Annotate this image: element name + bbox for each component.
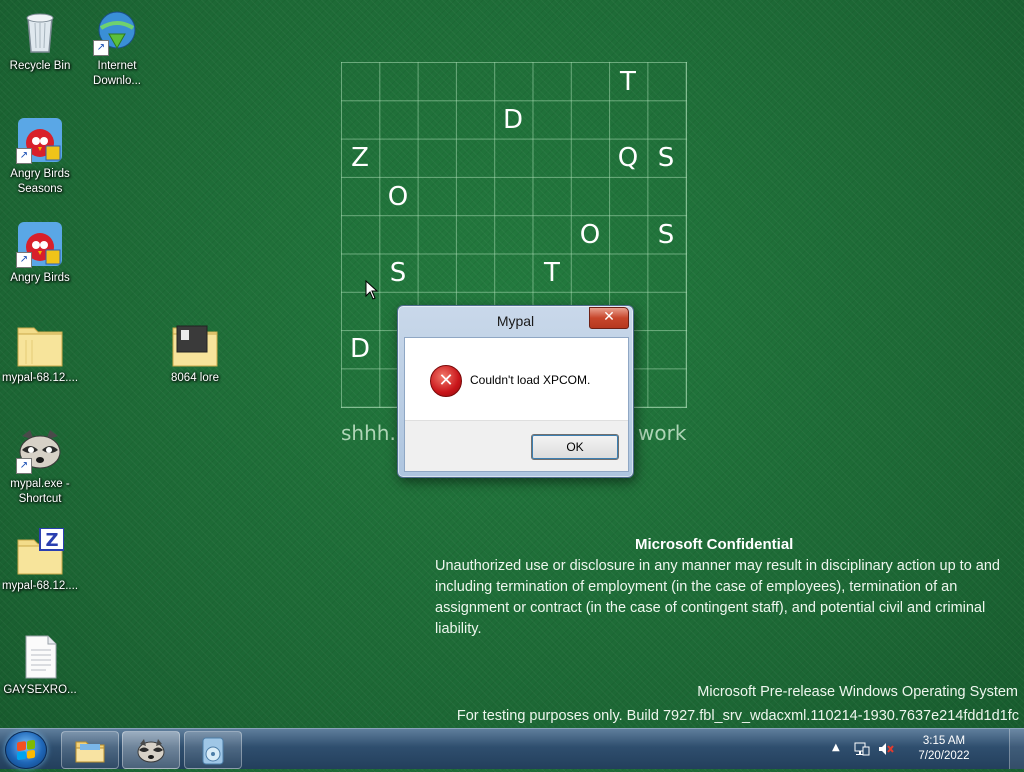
grid-caption-left: shhh.: [341, 421, 396, 445]
desktop-icon-label: mypal-68.12....: [1, 372, 79, 384]
taskbar-mypal-button[interactable]: [122, 731, 180, 769]
desktop-icon-label: Angry Birds Seasons: [10, 168, 70, 195]
desktop-icon-label: mypal.exe - Shortcut: [10, 478, 70, 505]
angry-birds-icon: ↗: [16, 220, 64, 268]
folder-icon: [171, 320, 219, 368]
taskbar: ▲ 3:15 AM 7/20/2022: [0, 728, 1024, 769]
clock-time: 3:15 AM: [922, 735, 966, 747]
desktop-icon-label: Recycle Bin: [9, 60, 71, 72]
grid-letter: Z: [351, 143, 369, 173]
confidential-title: Microsoft Confidential: [635, 536, 794, 553]
error-dialog: Mypal ✕ ✕ Couldn't load XPCOM. OK: [397, 305, 634, 478]
desktop-icon-label: mypal-68.12....: [1, 580, 79, 592]
build-watermark-line: For testing purposes only. Build 7927.fb…: [456, 708, 1019, 724]
file-explorer-icon: [75, 741, 105, 763]
system-tray: ▲ 3:15 AM 7/20/2022: [826, 729, 1024, 769]
dialog-message: Couldn't load XPCOM.: [470, 373, 591, 387]
mouse-cursor-icon: [365, 279, 379, 304]
taskbar-file-explorer-button[interactable]: [61, 731, 119, 769]
grid-letter: T: [620, 67, 636, 97]
dialog-close-button[interactable]: ✕: [589, 307, 629, 329]
os-watermark-line: Microsoft Pre-release Windows Operating …: [697, 684, 1018, 700]
internet-download-manager-icon: ↗: [93, 8, 141, 56]
grid-letter: O: [387, 182, 409, 212]
desktop-icon-label: 8064 lore: [171, 372, 219, 384]
shortcut-arrow-icon: ↗: [16, 458, 32, 474]
grid-caption-right: work: [638, 421, 687, 445]
show-hidden-icons-icon[interactable]: ▲: [832, 742, 840, 753]
desktop-icon-mypal-zip[interactable]: Z mypal-68.12....: [0, 527, 80, 594]
mypal-raccoon-icon: [137, 739, 165, 763]
grid-letter: D: [502, 105, 524, 135]
grid-letter: D: [349, 334, 371, 364]
network-icon[interactable]: [854, 741, 870, 760]
shortcut-arrow-icon: ↗: [93, 40, 109, 56]
desktop-icon-mypal-shortcut[interactable]: ↗ mypal.exe - Shortcut: [0, 426, 80, 507]
desktop-icon-angry-birds-seasons[interactable]: ↗ Angry Birds Seasons: [0, 116, 80, 197]
confidential-body: Unauthorized use or disclosure in any ma…: [435, 558, 1000, 637]
grid-letter: S: [657, 143, 675, 173]
raccoon-icon: ↗: [16, 426, 64, 474]
desktop-icon-text-document[interactable]: GAYSEXRO...: [0, 632, 80, 698]
shortcut-arrow-icon: ↗: [16, 252, 32, 268]
windows-media-player-icon: [202, 737, 224, 765]
taskbar-media-player-button[interactable]: [184, 731, 242, 769]
clock-date: 7/20/2022: [918, 750, 970, 762]
desktop-icon-recycle-bin[interactable]: Recycle Bin: [0, 8, 80, 74]
desktop-icon-label: Internet Downlo...: [93, 60, 141, 87]
zip-folder-icon: Z: [16, 527, 65, 576]
grid-letter: T: [544, 258, 560, 288]
grid-letter: S: [657, 220, 675, 250]
desktop-icon-label: Angry Birds: [10, 272, 70, 284]
show-desktop-button[interactable]: [1009, 729, 1024, 769]
desktop-icon-internet-download-manager[interactable]: ↗ Internet Downlo...: [77, 8, 157, 89]
clock[interactable]: 3:15 AM 7/20/2022: [909, 734, 979, 764]
folder-icon: [16, 320, 64, 368]
grid-letter: Q: [617, 143, 639, 173]
desktop-icon-label: GAYSEXRO...: [3, 684, 77, 696]
text-document-icon: [16, 632, 64, 680]
angry-birds-seasons-icon: ↗: [16, 116, 64, 164]
desktop-icon-mypal-folder[interactable]: mypal-68.12....: [0, 320, 80, 386]
desktop-icon-8064-lore[interactable]: 8064 lore: [155, 320, 235, 386]
grid-letter: S: [389, 258, 407, 288]
svg-text:Z: Z: [45, 530, 58, 551]
grid-letter: O: [579, 220, 601, 250]
volume-muted-icon[interactable]: [878, 741, 894, 760]
error-icon: ✕: [430, 365, 462, 397]
recycle-bin-icon: [16, 8, 64, 56]
shortcut-arrow-icon: ↗: [16, 148, 32, 164]
desktop-icon-angry-birds[interactable]: ↗ Angry Birds: [0, 220, 80, 286]
dialog-body: ✕ Couldn't load XPCOM. OK: [404, 337, 629, 472]
windows-logo-icon: [17, 739, 35, 761]
ok-button[interactable]: OK: [531, 434, 619, 460]
start-button[interactable]: [5, 731, 47, 769]
